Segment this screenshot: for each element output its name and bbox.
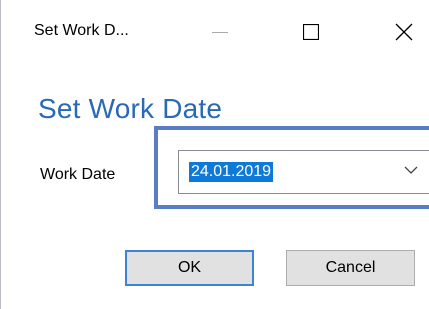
- close-icon: [395, 23, 413, 41]
- dialog-heading: Set Work Date: [38, 93, 223, 124]
- cancel-button-label: Cancel: [325, 259, 376, 276]
- work-date-field[interactable]: 24.01.2019: [178, 150, 429, 194]
- minimize-icon: [212, 31, 228, 33]
- close-button[interactable]: [381, 12, 427, 52]
- ok-button[interactable]: OK: [125, 250, 254, 286]
- minimize-button[interactable]: [197, 12, 243, 52]
- work-date-label: Work Date: [40, 166, 116, 183]
- window-title: Set Work D...: [34, 22, 129, 39]
- cancel-button[interactable]: Cancel: [286, 250, 415, 286]
- title-bar[interactable]: Set Work D...: [1, 0, 429, 64]
- chevron-down-icon[interactable]: [404, 165, 418, 175]
- maximize-button[interactable]: [288, 12, 334, 52]
- ok-button-label: OK: [177, 259, 202, 276]
- work-date-value[interactable]: 24.01.2019: [189, 162, 274, 182]
- maximize-icon: [303, 24, 319, 40]
